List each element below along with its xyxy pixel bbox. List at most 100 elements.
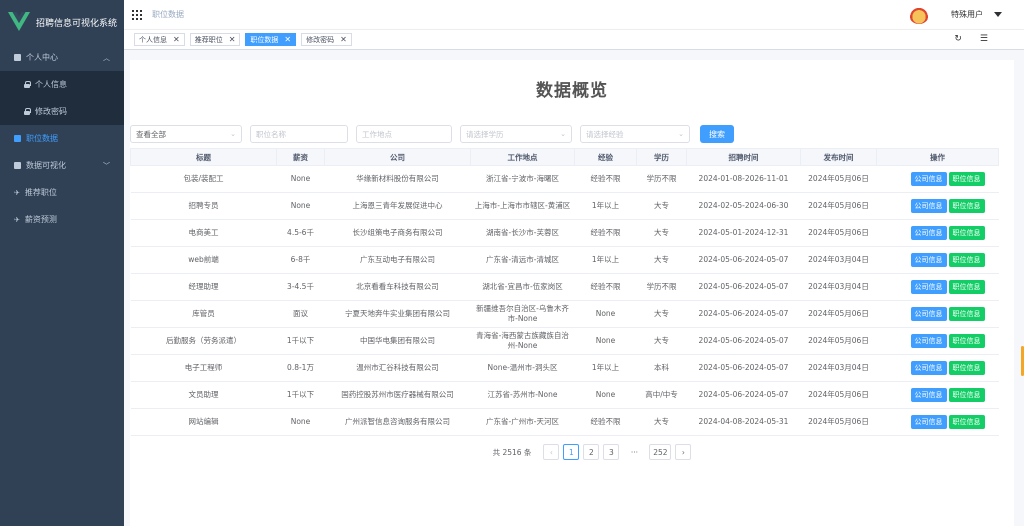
tab-1[interactable]: 推荐职位 ✕	[189, 33, 241, 46]
experience-placeholder: 请选择经验	[586, 129, 624, 139]
tab-3[interactable]: 修改密码 ✕	[301, 33, 352, 46]
table-cell: 2024-02-05-2024-06-30	[686, 192, 801, 220]
table-cell: 华缘新材料股份有限公司	[324, 165, 471, 193]
job-info-button[interactable]: 职位信息	[948, 199, 985, 213]
table-cell: 6-8千	[276, 246, 325, 274]
avatar[interactable]	[909, 5, 929, 24]
company-info-button[interactable]: 公司信息	[910, 334, 947, 348]
company-info-button[interactable]: 公司信息	[910, 415, 947, 429]
job-info-button[interactable]: 职位信息	[948, 307, 985, 321]
tab-label: 职位数据	[250, 35, 279, 44]
sidebar-item-0[interactable]: 个人中心 ︿	[0, 44, 124, 71]
sidebar-item-5[interactable]: ✈ 推荐职位	[0, 179, 124, 206]
user-menu[interactable]: 特殊用户	[909, 5, 1002, 24]
page-title: 数据概览	[536, 81, 608, 101]
table-cell: 北京看看车科技有限公司	[324, 273, 471, 301]
location-input[interactable]: 工作地点	[356, 125, 452, 143]
job-info-button[interactable]: 职位信息	[948, 415, 985, 429]
row-actions: 公司信息 职位信息	[876, 327, 999, 355]
sidebar-item-label: 数据可视化	[26, 161, 66, 170]
company-info-button[interactable]: 公司信息	[910, 388, 947, 402]
table-cell: 2024-01-08-2026-11-01	[686, 165, 801, 193]
table-cell: 青海省-海西蒙古族藏族自治州-None	[470, 327, 575, 355]
page-number-button[interactable]: 252	[649, 444, 672, 460]
sidebar-item-label: 职位数据	[26, 134, 58, 143]
table-cell: 1年以上	[574, 354, 637, 382]
company-info-button[interactable]: 公司信息	[910, 199, 947, 213]
refresh-icon[interactable]: ↻	[954, 34, 962, 44]
table-row: 经理助理 3-4.5千 北京看看车科技有限公司 湖北省-宜昌市-伍家岗区 经验不限 学历不…	[130, 273, 999, 301]
page-ellipsis[interactable]: ···	[623, 444, 645, 460]
app-logo[interactable]: 招聘信息可视化系统	[0, 0, 124, 44]
company-info-button[interactable]: 公司信息	[910, 172, 947, 186]
table-cell: 广东互动电子有限公司	[324, 246, 471, 274]
caret-down-icon[interactable]	[994, 12, 1002, 17]
content-area: 数据概览 查看全部 ⌄ 职位名称 工作地点 请选择学历 ⌄ 请选择经验 ⌄ 搜索	[124, 50, 1024, 526]
sidebar-item-4[interactable]: 数据可视化 ﹀	[0, 152, 124, 179]
job-name-input[interactable]: 职位名称	[250, 125, 348, 143]
close-icon[interactable]: ✕	[284, 35, 291, 44]
sidebar-item-label: 个人中心	[26, 53, 58, 62]
table-cell: 大专	[636, 327, 687, 355]
table-cell: 国药控股苏州市医疗器械有限公司	[324, 381, 471, 409]
view-all-select[interactable]: 查看全部 ⌄	[130, 125, 242, 143]
job-info-button[interactable]: 职位信息	[948, 334, 985, 348]
column-header: 工作地点	[470, 148, 575, 166]
hamburger-grid-icon[interactable]	[132, 9, 142, 20]
sidebar-item-2[interactable]: 修改密码	[0, 98, 124, 125]
company-info-button[interactable]: 公司信息	[910, 280, 947, 294]
main-area: 职位数据 特殊用户 个人信息 ✕ 推荐职位 ✕ 职位数据 ✕ 修改密码 ✕ ↻ ☰ 数据概览 …	[124, 0, 1024, 526]
page-number-button[interactable]: 3	[603, 444, 620, 460]
table-header-row: 标题 薪资 公司 工作地点 经验 学历 招聘时间 发布时间 操作	[130, 148, 999, 166]
table-cell: 宁夏天地奔牛实业集团有限公司	[324, 300, 471, 328]
column-header: 发布时间	[800, 148, 877, 166]
table-cell: 江苏省-苏州市-None	[470, 381, 575, 409]
sidebar-item-label: 个人信息	[35, 80, 67, 89]
experience-select[interactable]: 请选择经验 ⌄	[580, 125, 690, 143]
tab-label: 修改密码	[306, 35, 335, 44]
table-cell: 1千以下	[276, 327, 325, 355]
table-cell: 新疆维吾尔自治区-乌鲁木齐市-None	[470, 300, 575, 328]
table-cell: 上海市-上海市市辖区-黄浦区	[470, 192, 575, 220]
company-info-button[interactable]: 公司信息	[910, 361, 947, 375]
table-cell: 2024-05-01-2024-12-31	[686, 219, 801, 247]
search-button[interactable]: 搜索	[700, 125, 734, 143]
job-info-button[interactable]: 职位信息	[948, 226, 985, 240]
table-cell: 2024-05-06-2024-05-07	[686, 327, 801, 355]
table-row: 包装/装配工 None 华缘新材料股份有限公司 浙江省-宁波市-海曙区 经验不限 学历不限…	[130, 165, 999, 193]
job-info-button[interactable]: 职位信息	[948, 361, 985, 375]
sidebar-item-3[interactable]: 职位数据	[0, 125, 124, 152]
table-cell: 经验不限	[574, 408, 637, 436]
job-info-button[interactable]: 职位信息	[948, 388, 985, 402]
row-actions: 公司信息 职位信息	[876, 165, 999, 193]
next-page-button[interactable]: ›	[675, 444, 692, 460]
table-cell: 2024-05-06-2024-05-07	[686, 246, 801, 274]
table-cell: 大专	[636, 246, 687, 274]
job-info-button[interactable]: 职位信息	[948, 280, 985, 294]
company-info-button[interactable]: 公司信息	[910, 307, 947, 321]
page-number-button[interactable]: 2	[583, 444, 600, 460]
table-cell: 1年以上	[574, 246, 637, 274]
breadcrumb[interactable]: 职位数据	[152, 9, 184, 20]
table-cell: 经验不限	[574, 165, 637, 193]
sidebar-item-6[interactable]: ✈ 薪资预测	[0, 206, 124, 233]
education-select[interactable]: 请选择学历 ⌄	[460, 125, 572, 143]
close-icon[interactable]: ✕	[340, 35, 347, 44]
tab-0[interactable]: 个人信息 ✕	[134, 33, 185, 46]
close-icon[interactable]: ✕	[173, 35, 180, 44]
table-cell: 2024年05月06日	[800, 300, 877, 328]
job-info-button[interactable]: 职位信息	[948, 172, 985, 186]
job-info-button[interactable]: 职位信息	[948, 253, 985, 267]
close-icon[interactable]: ✕	[229, 35, 236, 44]
sidebar-item-label: 修改密码	[35, 107, 67, 116]
company-info-button[interactable]: 公司信息	[910, 253, 947, 267]
chart-square-icon	[14, 162, 21, 169]
sidebar-item-1[interactable]: 个人信息	[0, 71, 124, 98]
table-cell: 后勤服务（劳务派遣）	[130, 327, 277, 355]
prev-page-button[interactable]: ‹	[543, 444, 560, 460]
page-number-button[interactable]: 1	[563, 444, 580, 460]
tab-2[interactable]: 职位数据 ✕	[245, 33, 297, 46]
settings-sliders-icon[interactable]: ☰	[980, 34, 988, 44]
company-info-button[interactable]: 公司信息	[910, 226, 947, 240]
user-name[interactable]: 特殊用户	[951, 9, 983, 20]
